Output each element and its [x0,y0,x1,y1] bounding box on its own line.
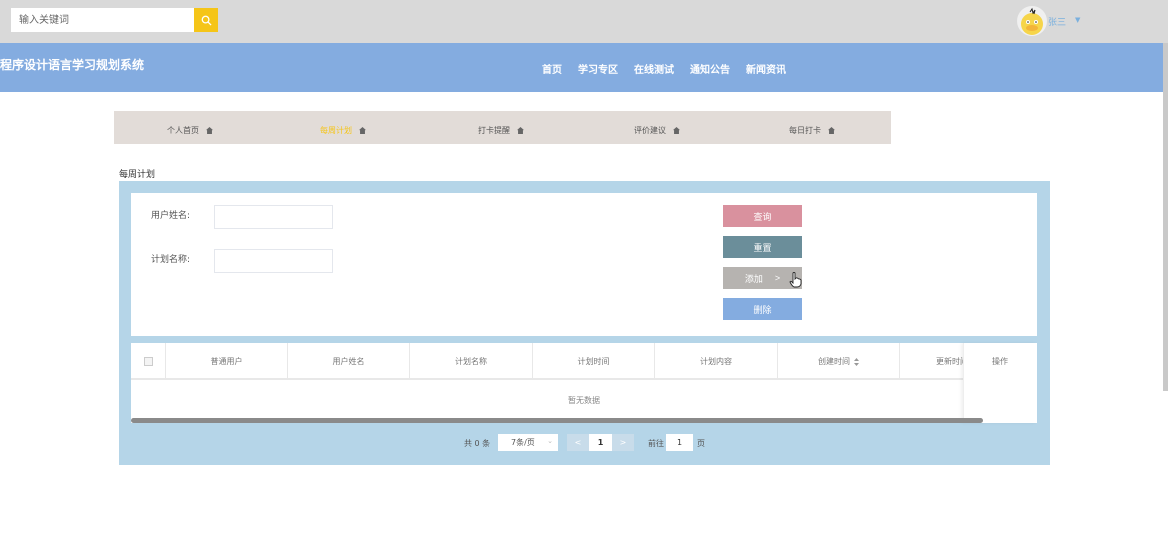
search-icon [201,15,212,26]
chevron-down-icon[interactable]: ▼ [1075,16,1080,24]
search-input[interactable] [11,8,194,32]
home-icon [359,127,366,134]
column-header: 计划名称 [410,343,533,380]
goto-label: 前往 [648,439,664,448]
horizontal-scrollbar[interactable] [131,418,983,423]
column-header-operation: 操作 [992,357,1008,366]
select-all-cell [131,343,166,380]
home-icon [673,127,680,134]
column-header-created[interactable]: 创建时间 [778,343,900,380]
nav-item-study[interactable]: 学习专区 [578,61,618,76]
nav-item-news[interactable]: 新闻资讯 [746,61,786,76]
nav-item-test[interactable]: 在线测试 [634,61,674,76]
page-size-select[interactable]: 7条/页 ⌄ [498,434,558,451]
tab-label: 每日打卡 [789,126,821,135]
column-header: 普通用户 [166,343,288,380]
tab-checkin-reminder[interactable]: 打卡提醒 [478,125,524,136]
search-button[interactable] [194,8,218,32]
avatar[interactable] [1017,6,1047,36]
sort-icon[interactable] [854,357,859,366]
arrow-right-icon: > [774,273,781,283]
planname-label: 计划名称: [151,255,191,265]
tab-daily-checkin[interactable]: 每日打卡 [789,125,835,136]
page-size-value: 7条/页 [511,438,535,447]
column-header: 计划时间 [533,343,655,380]
tab-label: 个人首页 [167,126,199,135]
home-icon [517,127,524,134]
vertical-scrollbar[interactable] [1163,43,1168,391]
tab-label: 打卡提醒 [478,126,510,135]
nav-item-home[interactable]: 首页 [542,61,562,76]
username-field[interactable] [214,205,333,229]
tab-label: 每周计划 [320,126,352,135]
home-icon [828,127,835,134]
username[interactable]: 张三 [1048,15,1066,28]
reset-button[interactable]: 重置 [723,236,802,258]
page-suffix: 页 [697,439,705,448]
hand-cursor-icon [789,272,802,288]
main-nav: 首页 学习专区 在线测试 通知公告 新闻资讯 [542,61,802,76]
goto-page-input[interactable]: 1 [666,434,693,451]
delete-button[interactable]: 删除 [723,298,802,320]
tab-label: 评价建议 [634,126,666,135]
tab-personal-home[interactable]: 个人首页 [167,125,213,136]
duck-avatar-icon [1021,7,1043,35]
home-icon [206,127,213,134]
column-header: 用户姓名 [288,343,410,380]
chevron-down-icon: ⌄ [547,437,553,445]
page-number-current[interactable]: 1 [589,434,612,451]
column-header: 计划内容 [655,343,778,380]
username-label: 用户姓名: [151,211,191,221]
nav-item-notice[interactable]: 通知公告 [690,61,730,76]
next-page-button[interactable]: > [612,434,634,451]
column-label: 创建时间 [818,357,850,366]
tab-feedback[interactable]: 评价建议 [634,125,680,136]
pagination-total: 共 0 条 [464,439,491,448]
add-button-label: 添加 [744,273,763,284]
empty-text: 暂无数据 [568,396,600,405]
tab-weekly-plan[interactable]: 每周计划 [320,125,366,136]
select-all-checkbox[interactable] [143,357,153,366]
site-title: 程序设计语言学习规划系统 [0,58,145,72]
prev-page-button[interactable]: < [567,434,589,451]
query-button[interactable]: 查询 [723,205,802,227]
planname-field[interactable] [214,249,333,273]
breadcrumb: 每周计划 [119,170,156,180]
